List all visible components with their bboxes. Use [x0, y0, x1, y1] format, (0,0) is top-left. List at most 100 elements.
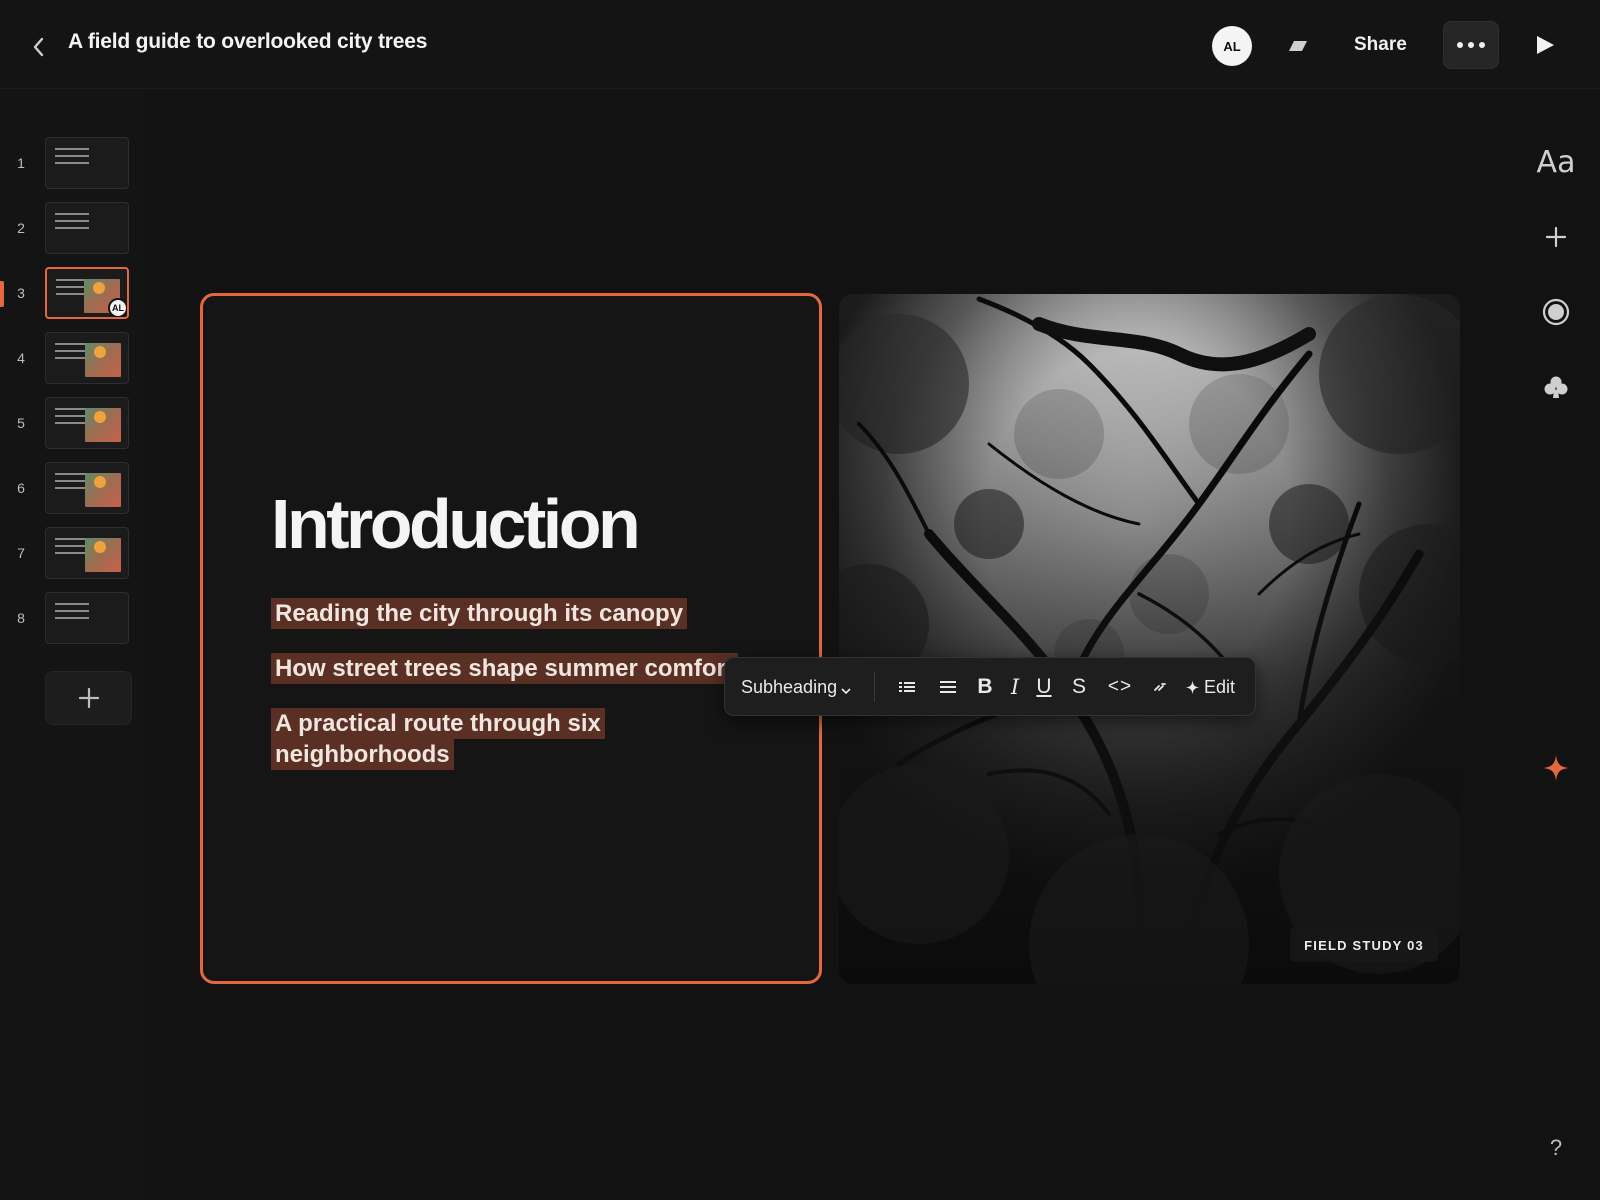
slide-thumbnail-row[interactable]: 1	[0, 137, 143, 191]
thumbnail-text-line	[55, 473, 89, 475]
highlighted-text: Reading the city through its canopy	[271, 598, 688, 629]
thumbnail-text-line	[55, 155, 89, 157]
thumbnail-text-line	[55, 357, 89, 359]
more-horizontal-icon	[1457, 42, 1485, 48]
collaborator-avatar-small: AL	[108, 298, 127, 317]
slide-thumbnail-row[interactable]: 6	[0, 462, 143, 516]
slide-thumbnail-row[interactable]: 3 AL	[0, 267, 143, 321]
thumbnail-text-line	[55, 162, 89, 164]
thumbnail-text-line	[55, 415, 89, 417]
ai-assist-button[interactable]	[1536, 748, 1576, 788]
slide-thumbnail-row[interactable]: 4	[0, 332, 143, 386]
slide-thumbnail-row[interactable]: 7	[0, 527, 143, 581]
thumbnail-text-line	[55, 220, 89, 222]
present-button[interactable]	[1528, 28, 1562, 62]
slide-thumbnail-row[interactable]: 8	[0, 592, 143, 646]
thumbnail-text-line	[55, 538, 89, 540]
highlighted-text: How street trees shape summer comfort	[271, 653, 738, 684]
thumbnail-text-line	[55, 227, 89, 229]
slide-thumbnail[interactable]	[45, 397, 129, 449]
slide-number: 8	[17, 610, 25, 626]
theme-color-button[interactable]	[1536, 292, 1576, 332]
thumbnail-text-line	[55, 603, 89, 605]
bullet-item[interactable]: Reading the city through its canopy	[271, 598, 791, 629]
text-block-selected[interactable]: Introduction Reading the city through it…	[200, 293, 822, 984]
thumbnail-text-line	[55, 343, 89, 345]
share-button[interactable]: Share	[1342, 28, 1419, 62]
code-button[interactable]: <>	[1103, 669, 1137, 705]
shapes-button[interactable]	[1536, 367, 1576, 407]
add-slide-button[interactable]	[45, 671, 132, 725]
highlighted-text: A practical route through six neighborho…	[271, 708, 605, 770]
thumbnail-text-line	[55, 610, 89, 612]
presentation-editor: A field guide to overlooked city trees A…	[0, 0, 1600, 1200]
strikethrough-button[interactable]: S	[1067, 669, 1091, 705]
edit-label: Edit	[1204, 676, 1236, 697]
record-circle-icon	[1542, 298, 1570, 326]
plus-icon	[78, 687, 99, 709]
theme-button[interactable]	[1282, 30, 1314, 62]
toolbar-divider	[874, 672, 875, 702]
top-bar: A field guide to overlooked city trees A…	[0, 0, 1600, 89]
thumbnail-sun-icon	[94, 541, 106, 553]
thumbnail-text-line	[55, 480, 89, 482]
slide-thumbnail[interactable]	[45, 332, 129, 384]
slide-thumbnail-row[interactable]: 5	[0, 397, 143, 451]
sparkle-icon	[1185, 680, 1200, 694]
ai-edit-button[interactable]: Edit	[1185, 669, 1235, 705]
thumbnail-text-line	[55, 545, 89, 547]
thumbnail-text-line	[55, 213, 89, 215]
thumbnail-text-line	[55, 552, 89, 554]
text-format-toolbar: Subheading B I U S <> Edit	[724, 657, 1256, 716]
photo-block[interactable]: FIELD STUDY 03	[839, 294, 1460, 984]
slide-number: 1	[17, 155, 25, 171]
parallelogram-icon	[1289, 41, 1307, 51]
chevron-left-icon	[33, 37, 44, 57]
collaborator-avatar[interactable]: AL	[1212, 26, 1252, 66]
slide-thumbnail[interactable]	[45, 202, 129, 254]
thumbnail-sun-icon	[94, 346, 106, 358]
slide-thumbnail-row[interactable]: 2	[0, 202, 143, 256]
back-button[interactable]	[22, 31, 54, 63]
slide-number: 6	[17, 480, 25, 496]
play-icon	[1537, 36, 1554, 54]
link-icon	[1154, 683, 1166, 691]
bullet-item[interactable]: A practical route through six neighborho…	[271, 708, 611, 770]
photo-caption: FIELD STUDY 03	[1290, 928, 1438, 962]
italic-button[interactable]: I	[1006, 669, 1024, 705]
document-title[interactable]: A field guide to overlooked city trees	[68, 30, 427, 54]
link-button[interactable]	[1149, 669, 1171, 705]
slide-thumbnail[interactable]	[45, 592, 129, 644]
tree-canopy-photo	[839, 294, 1460, 984]
slide-sidebar: 1 2 3 AL 4 5 6 7 8	[0, 89, 143, 1200]
bulleted-list-icon	[899, 682, 915, 692]
align-button[interactable]	[934, 669, 962, 705]
underline-button[interactable]: U	[1031, 669, 1057, 705]
text-style-dropdown[interactable]: Subheading	[741, 669, 851, 705]
plus-icon	[1545, 226, 1567, 248]
slide-thumbnail[interactable]	[45, 527, 129, 579]
align-justify-icon	[940, 681, 956, 693]
slide-title[interactable]: Introduction	[271, 484, 641, 564]
slide-thumbnail[interactable]: AL	[45, 267, 129, 319]
thumbnail-text-line	[55, 617, 89, 619]
bulleted-list-button[interactable]	[893, 669, 921, 705]
slide-number: 7	[17, 545, 25, 561]
thumbnail-text-line	[55, 487, 89, 489]
active-slide-indicator	[0, 281, 4, 307]
thumbnail-sun-icon	[94, 411, 106, 423]
text-style-label: Subheading	[741, 676, 838, 697]
chevron-down-icon	[841, 688, 851, 695]
bullet-item[interactable]: How street trees shape summer comfort	[271, 653, 738, 684]
sparkle-icon	[1543, 755, 1569, 781]
bold-button[interactable]: B	[973, 669, 997, 705]
help-button[interactable]: ?	[1536, 1128, 1576, 1168]
slide-thumbnail[interactable]	[45, 462, 129, 514]
more-options-button[interactable]	[1443, 21, 1499, 69]
add-element-button[interactable]	[1536, 217, 1576, 257]
thumbnail-text-line	[55, 408, 89, 410]
slide-thumbnail[interactable]	[45, 137, 129, 189]
thumbnail-sun-icon	[94, 476, 106, 488]
text-styles-button[interactable]: Aa	[1536, 142, 1576, 182]
thumbnail-sun-icon	[93, 282, 105, 294]
